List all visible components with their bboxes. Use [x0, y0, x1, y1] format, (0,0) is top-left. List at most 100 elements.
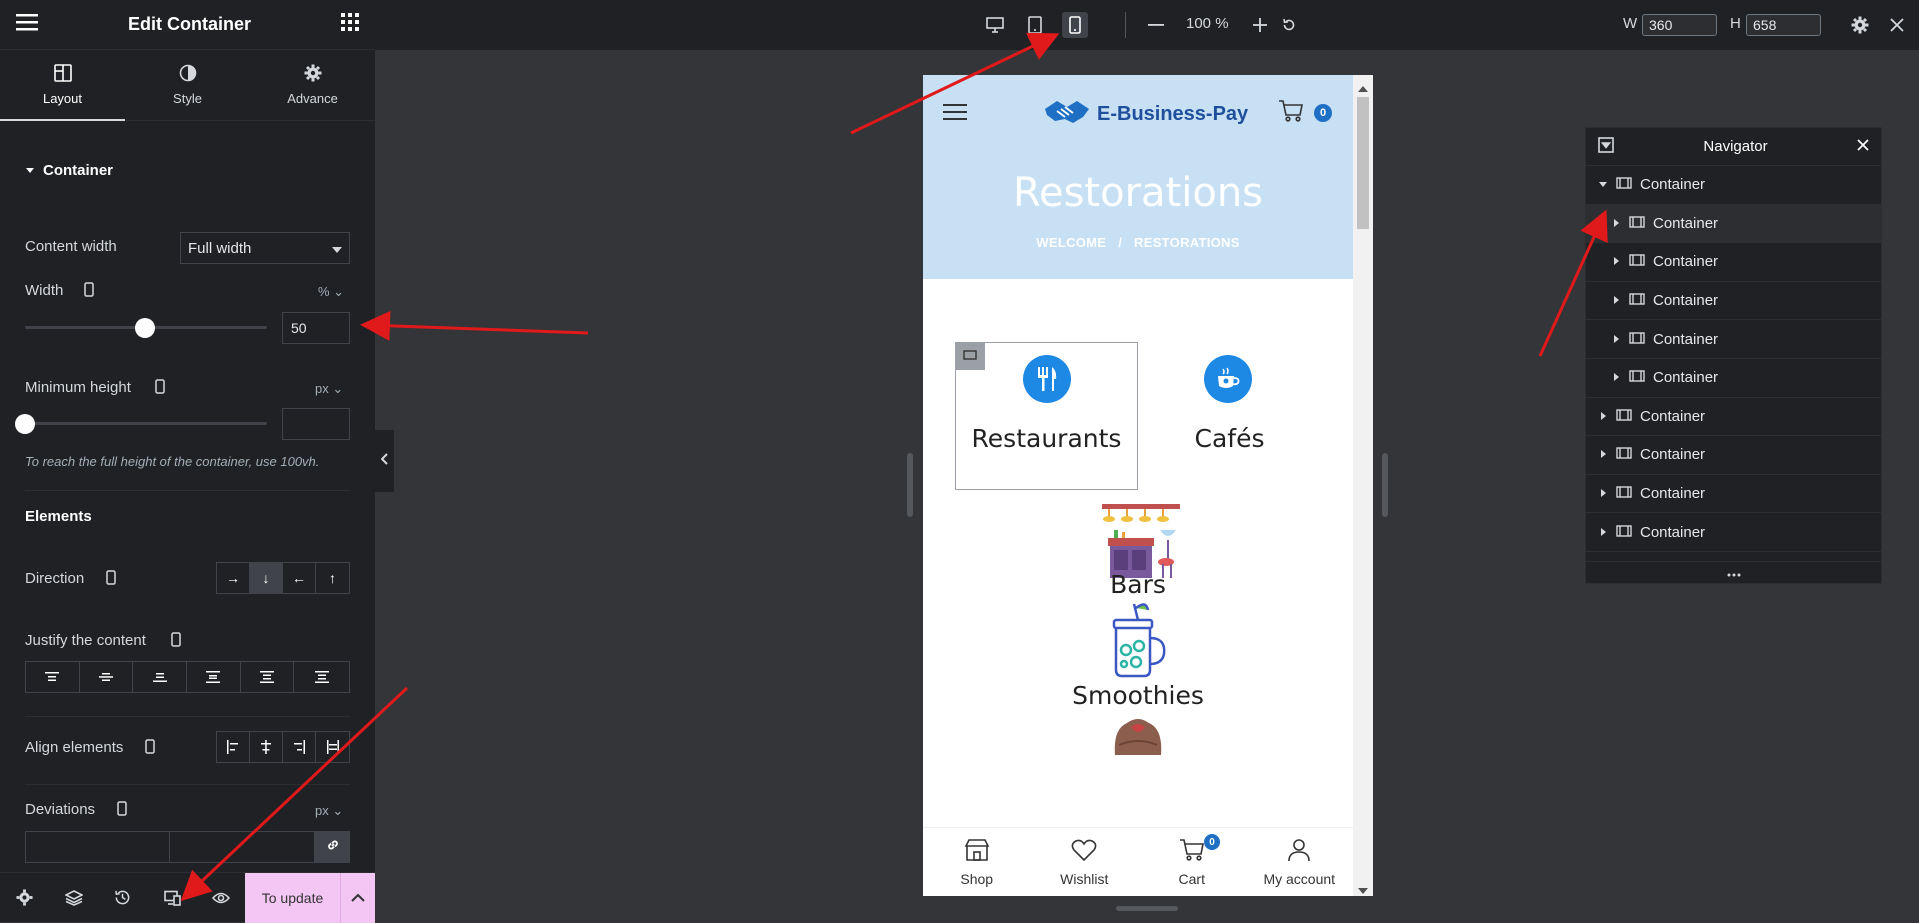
min-height-slider-track[interactable] — [25, 422, 267, 425]
canvas-scroll-thumb[interactable] — [1357, 97, 1369, 229]
mobile-device-icon[interactable] — [117, 801, 127, 821]
navigator-resize-handle[interactable] — [1586, 561, 1881, 583]
scroll-up-icon[interactable] — [1358, 79, 1368, 97]
nav-shop[interactable]: Shop — [923, 828, 1031, 896]
settings-icon[interactable] — [0, 873, 49, 923]
navigator-item[interactable]: Container — [1586, 243, 1881, 282]
caret-right-icon[interactable] — [1598, 446, 1608, 463]
canvas-height-input[interactable]: 658 — [1746, 14, 1821, 36]
mobile-device-icon[interactable] — [84, 282, 94, 302]
close-icon[interactable] — [1857, 138, 1869, 155]
scroll-down-icon[interactable] — [1358, 881, 1368, 896]
navigator-item[interactable]: Container — [1586, 359, 1881, 398]
justify-start-icon[interactable] — [26, 662, 80, 692]
preview-eye-icon[interactable] — [196, 873, 245, 923]
align-center-icon[interactable] — [250, 732, 283, 762]
caret-down-icon[interactable] — [1598, 176, 1608, 193]
canvas-resize-left-handle[interactable] — [907, 453, 913, 517]
navigator-item[interactable]: Container — [1586, 320, 1881, 359]
caret-right-icon[interactable] — [1611, 215, 1621, 232]
deviations-row-input[interactable] — [170, 831, 315, 863]
justify-space-between-icon[interactable] — [187, 662, 241, 692]
navigator-item[interactable]: Container — [1586, 436, 1881, 475]
navigator-item[interactable]: Container — [1586, 398, 1881, 437]
width-unit-select[interactable]: % ⌄ — [318, 284, 344, 300]
min-height-hint: To reach the full height of the containe… — [25, 454, 320, 469]
direction-column-button[interactable]: ↓ — [250, 563, 283, 593]
breadcrumb-home[interactable]: WELCOME — [1036, 235, 1106, 250]
canvas-resize-right-handle[interactable] — [1382, 453, 1388, 517]
min-height-number-input[interactable] — [282, 408, 350, 440]
caret-right-icon[interactable] — [1598, 524, 1608, 541]
update-button[interactable]: To update — [245, 873, 340, 923]
navigator-item[interactable]: Container — [1586, 282, 1881, 321]
caret-right-icon[interactable] — [1598, 485, 1608, 502]
category-bars[interactable]: Bars — [923, 570, 1353, 599]
desktop-view-icon[interactable] — [982, 12, 1008, 38]
container-handle[interactable] — [955, 342, 985, 370]
tab-layout[interactable]: Layout — [0, 50, 125, 121]
mobile-device-icon[interactable] — [155, 379, 165, 399]
navigator-item[interactable]: Container — [1586, 475, 1881, 514]
update-options-button[interactable] — [340, 873, 375, 923]
direction-row-reverse-button[interactable]: ← — [283, 563, 316, 593]
direction-column-reverse-button[interactable]: ↑ — [316, 563, 349, 593]
min-height-slider-thumb[interactable] — [15, 414, 35, 434]
direction-row-button[interactable]: → — [217, 563, 250, 593]
min-height-unit-select[interactable]: px ⌄ — [315, 381, 343, 397]
justify-space-around-icon[interactable] — [241, 662, 295, 692]
caret-right-icon[interactable] — [1611, 331, 1621, 348]
deviations-unit-select[interactable]: px ⌄ — [315, 803, 343, 819]
zoom-in-icon[interactable] — [1247, 12, 1273, 38]
deviations-column-input[interactable] — [25, 831, 170, 863]
mobile-view-icon[interactable] — [1062, 12, 1088, 38]
navigator-item[interactable]: Container — [1586, 513, 1881, 552]
mobile-device-icon[interactable] — [106, 570, 116, 590]
justify-end-icon[interactable] — [133, 662, 188, 692]
content-width-select[interactable]: Full width — [180, 232, 350, 264]
responsive-mode-icon[interactable] — [147, 873, 196, 923]
caret-right-icon[interactable] — [1611, 292, 1621, 309]
caret-right-icon[interactable] — [1598, 408, 1608, 425]
zoom-out-icon[interactable] — [1143, 12, 1169, 38]
navigator-item[interactable]: Container — [1586, 166, 1881, 205]
history-icon[interactable] — [98, 873, 147, 923]
navigator-item[interactable]: Container — [1586, 204, 1881, 244]
container-section-toggle[interactable]: Container — [0, 121, 375, 219]
cart-icon[interactable] — [1278, 99, 1304, 128]
tab-style[interactable]: Style — [125, 50, 250, 120]
align-stretch-icon[interactable] — [316, 732, 349, 762]
justify-center-icon[interactable] — [80, 662, 134, 692]
category-restaurants[interactable]: Restaurants — [955, 424, 1138, 453]
collapse-all-icon[interactable] — [1598, 136, 1614, 157]
hamburger-icon[interactable] — [943, 103, 967, 126]
link-values-button[interactable] — [315, 831, 350, 863]
reset-zoom-icon[interactable] — [1276, 12, 1302, 38]
hamburger-icon[interactable] — [16, 13, 38, 36]
justify-space-evenly-icon[interactable] — [294, 662, 349, 692]
category-smoothies[interactable]: Smoothies — [923, 681, 1353, 710]
canvas-resize-bottom-handle[interactable] — [1116, 906, 1178, 911]
apps-grid-icon[interactable] — [340, 13, 359, 36]
nav-wishlist[interactable]: Wishlist — [1031, 828, 1139, 896]
align-button-group — [216, 731, 350, 763]
collapse-panel-button[interactable] — [375, 430, 394, 492]
mobile-device-icon[interactable] — [145, 739, 155, 759]
width-slider-thumb[interactable] — [135, 318, 155, 338]
canvas-width-input[interactable]: 360 — [1642, 14, 1717, 36]
align-end-icon[interactable] — [283, 732, 316, 762]
device-settings-icon[interactable] — [1847, 12, 1873, 38]
layers-icon[interactable] — [49, 873, 98, 923]
close-responsive-icon[interactable] — [1884, 12, 1910, 38]
width-number-input[interactable]: 50 — [282, 312, 350, 344]
mobile-device-icon[interactable] — [171, 632, 181, 652]
nav-my-account[interactable]: My account — [1246, 828, 1354, 896]
tablet-view-icon[interactable] — [1022, 12, 1048, 38]
align-start-icon[interactable] — [217, 732, 250, 762]
tab-advance[interactable]: Advance — [250, 50, 375, 120]
nav-cart[interactable]: 0 Cart — [1138, 828, 1246, 896]
caret-right-icon[interactable] — [1611, 253, 1621, 270]
caret-right-icon[interactable] — [1611, 369, 1621, 386]
site-logo[interactable]: E-Business-Pay — [1043, 97, 1248, 132]
category-cafes[interactable]: Cafés — [1138, 424, 1321, 453]
